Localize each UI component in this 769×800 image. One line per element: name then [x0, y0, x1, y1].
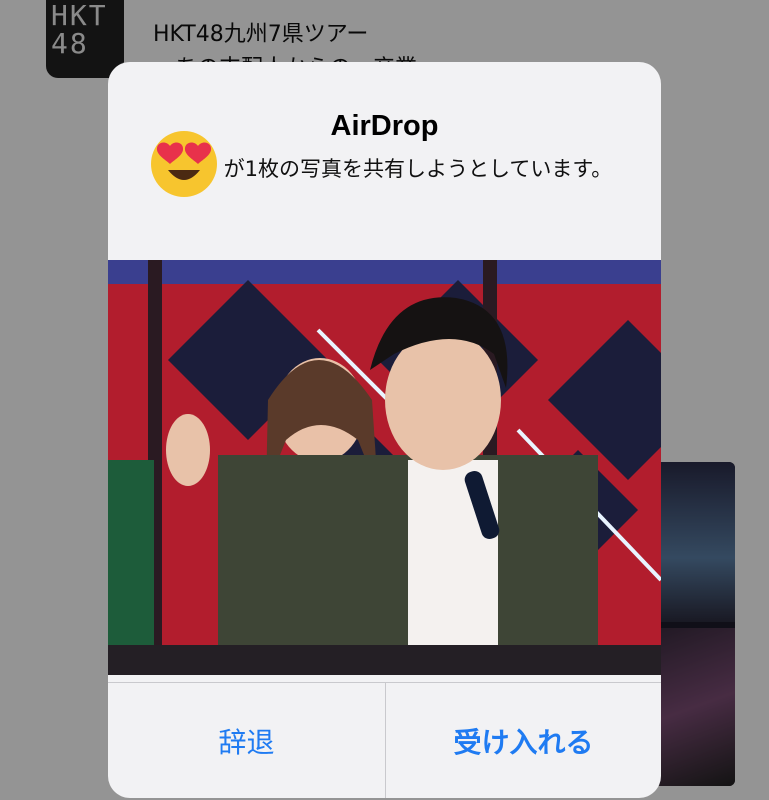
alert-header: AirDrop が1枚の写真を共有しようとしています。: [108, 62, 661, 260]
alert-message: が1枚の写真を共有しようとしています。: [223, 157, 613, 181]
decline-button[interactable]: 辞退: [108, 683, 385, 798]
airdrop-alert: AirDrop が1枚の写真を共有しようとしています。 辞退 受け入れる: [108, 62, 661, 798]
accept-button[interactable]: 受け入れる: [386, 683, 661, 798]
concert-photo: [108, 260, 661, 675]
alert-title: AirDrop: [330, 110, 439, 142]
shared-photo-preview: [108, 260, 661, 675]
alert-button-row: 辞退 受け入れる: [108, 682, 661, 798]
